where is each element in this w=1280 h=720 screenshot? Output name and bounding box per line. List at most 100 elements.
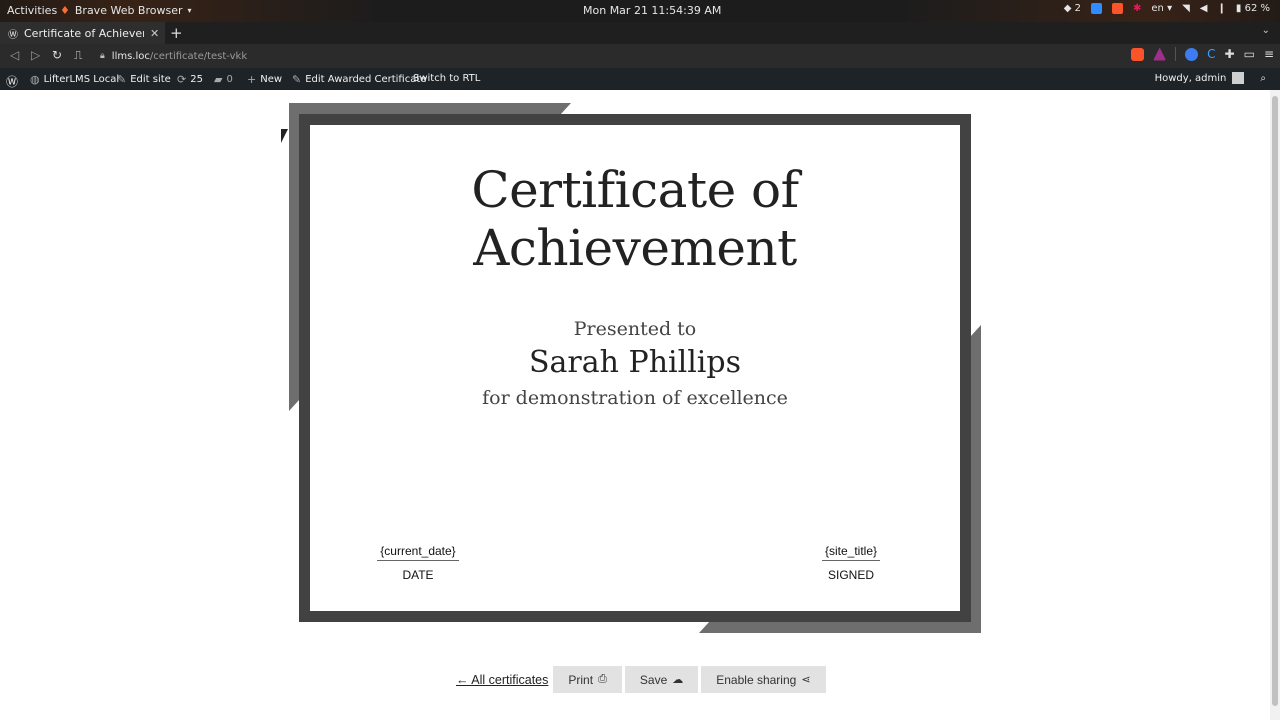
wifi-icon[interactable]: ◥ — [1182, 3, 1190, 14]
date-label: DATE — [402, 568, 434, 582]
signed-signature-block: {site_title} SIGNED — [791, 544, 911, 582]
dropbox-icon: ◆ — [1063, 3, 1072, 14]
share-icon: ⋖ — [801, 674, 811, 686]
tab-list-chevron-icon[interactable]: ⌄ — [1262, 25, 1270, 36]
new-content-link[interactable]: + New — [247, 73, 282, 86]
brave-shields-icon[interactable] — [1131, 47, 1145, 61]
zoom-icon[interactable] — [1091, 3, 1102, 14]
edit-site-label: Edit site — [130, 74, 171, 85]
wallet-icon[interactable]: ▭ — [1244, 47, 1255, 61]
page-scrollbar[interactable] — [1270, 90, 1280, 720]
dashboard-icon: ◍ — [30, 73, 40, 86]
search-icon[interactable]: ⌕ — [1260, 73, 1266, 84]
signed-value: {site_title} — [821, 544, 881, 561]
notification-count: 2 — [1074, 3, 1081, 14]
clock[interactable]: Mon Mar 21 11:54:39 AM — [583, 4, 721, 17]
tab-certificate[interactable]: Ⓦ Certificate of Achievement ✕ — [0, 22, 165, 44]
scrollbar-thumb[interactable] — [1272, 96, 1278, 706]
reload-icon[interactable]: ↻ — [52, 48, 62, 62]
forward-icon[interactable]: ▷ — [31, 48, 40, 62]
wp-admin-bar: Ⓦ ◍ LifterLMS Local ✎ Edit site ⟳ 25 ▰ 0 + Ne… — [0, 68, 1280, 90]
language-label: en — [1151, 3, 1164, 14]
presented-to-text: Presented to — [573, 318, 697, 340]
brave-rewards-icon[interactable] — [1153, 47, 1167, 61]
brave-lion-icon: ♦ — [60, 4, 70, 17]
battery-icon: ▮ — [1235, 3, 1242, 14]
save-label: Save — [639, 672, 668, 687]
language-indicator[interactable]: en ▾ — [1151, 3, 1172, 14]
comments-link[interactable]: ▰ 0 — [214, 73, 233, 86]
wordpress-favicon-icon: Ⓦ — [8, 29, 18, 41]
new-tab-button[interactable]: + — [170, 24, 183, 42]
menu-icon[interactable]: ≡ — [1264, 47, 1274, 61]
switch-rtl-link[interactable]: Switch to RTL — [413, 73, 480, 84]
edit-awarded-certificate-link[interactable]: ✎ Edit Awarded Certificate — [292, 73, 426, 86]
comments-count: 0 — [226, 74, 233, 85]
date-value: {current_date} — [377, 544, 459, 561]
howdy-label: Howdy, admin — [1154, 72, 1227, 84]
updates-icon: ⟳ — [177, 73, 187, 86]
date-signature-block: {current_date} DATE — [358, 544, 478, 582]
certificate-actions: ← All certificates Print ⎙ Save ☁ Enable s… — [456, 666, 826, 693]
save-button[interactable]: Save ☁ — [624, 666, 699, 693]
address-bar[interactable]: 🔒︎ llms.loc/certificate/test-vkk — [100, 46, 1110, 66]
extensions-puzzle-icon[interactable]: ✚ — [1225, 47, 1235, 61]
browser-toolbar: ◁ ▷ ↻ ⎍ 🔒︎ llms.loc/certificate/test-vkk… — [0, 44, 1280, 68]
brush-icon: ✎ — [117, 73, 127, 86]
toolbar-actions: C ✚ ▭ ≡ — [1131, 47, 1274, 61]
slack-icon[interactable]: ✱ — [1133, 3, 1141, 14]
updates-count: 25 — [190, 74, 203, 85]
notification-indicator[interactable]: ◆ 2 — [1064, 3, 1081, 14]
enable-sharing-label: Enable sharing — [716, 672, 797, 687]
system-tray[interactable]: ◆ 2 ✱ en ▾ ◥ ◀ ❙ ▮ 62 % — [1064, 3, 1270, 14]
wordpress-logo-icon[interactable]: Ⓦ — [6, 73, 18, 90]
print-label: Print — [568, 672, 594, 687]
certificate-frame: Certificate of Achievement Presented to … — [299, 114, 971, 622]
mouse-cursor-icon — [281, 129, 294, 143]
url-host: llms.loc — [111, 50, 150, 62]
app-menu[interactable]: ♦ Brave Web Browser ▾ — [60, 4, 192, 17]
tab-strip: Ⓦ Certificate of Achievement ✕ + ⌄ — [0, 22, 1280, 44]
app-menu-label: Brave Web Browser — [74, 4, 183, 17]
certificate-title: Certificate of Achievement — [471, 161, 799, 277]
site-name-link[interactable]: ◍ LifterLMS Local — [30, 73, 119, 86]
battery-label: 62 % — [1244, 3, 1270, 14]
plus-icon: + — [247, 73, 257, 86]
edit-certificate-label: Edit Awarded Certificate — [305, 74, 427, 85]
bookmark-icon[interactable]: ⎍ — [74, 48, 82, 63]
print-button[interactable]: Print ⎙ — [553, 666, 622, 693]
volume-icon[interactable]: ◀ — [1200, 3, 1208, 14]
activities-button[interactable]: Activities — [7, 4, 57, 17]
edit-site-link[interactable]: ✎ Edit site — [117, 73, 171, 86]
back-icon[interactable]: ◁ — [10, 48, 19, 62]
printer-icon: ⎙ — [598, 673, 607, 685]
account-menu[interactable]: Howdy, admin — [1155, 73, 1227, 84]
microphone-icon[interactable]: ❙ — [1218, 3, 1226, 14]
close-tab-icon[interactable]: ✕ — [150, 27, 159, 40]
enable-sharing-button[interactable]: Enable sharing ⋖ — [701, 666, 826, 693]
battery-indicator[interactable]: ▮ 62 % — [1236, 3, 1270, 14]
url-path: /certificate/test-vkk — [149, 50, 248, 62]
password-manager-icon[interactable] — [1185, 47, 1199, 61]
pencil-icon: ✎ — [292, 73, 302, 86]
certificate-body: Certificate of Achievement Presented to … — [310, 125, 960, 611]
extension-c-icon[interactable]: C — [1207, 47, 1215, 61]
recipient-name: Sarah Phillips — [528, 345, 741, 380]
avatar[interactable] — [1232, 72, 1245, 84]
toolbar-divider — [1175, 47, 1177, 61]
comment-icon: ▰ — [214, 73, 223, 86]
tab-title: Certificate of Achievement — [24, 26, 144, 40]
caret-down-icon: ▾ — [187, 6, 192, 15]
updates-link[interactable]: ⟳ 25 — [177, 73, 203, 86]
signed-label: SIGNED — [827, 568, 874, 582]
award-reason: for demonstration of excellence — [482, 387, 788, 409]
site-name-label: LifterLMS Local — [43, 74, 120, 85]
new-label: New — [260, 74, 283, 85]
wp-bar-right: Howdy, admin ⌕ — [1155, 72, 1266, 84]
lock-icon: 🔒︎ — [100, 51, 105, 61]
system-top-bar: Activities ♦ Brave Web Browser ▾ Mon Mar… — [0, 0, 1280, 22]
brave-tray-icon[interactable] — [1112, 3, 1123, 14]
cloud-download-icon: ☁ — [672, 674, 684, 686]
all-certificates-link[interactable]: ← All certificates — [456, 673, 548, 687]
certificate-page: Certificate of Achievement Presented to … — [0, 90, 1270, 720]
